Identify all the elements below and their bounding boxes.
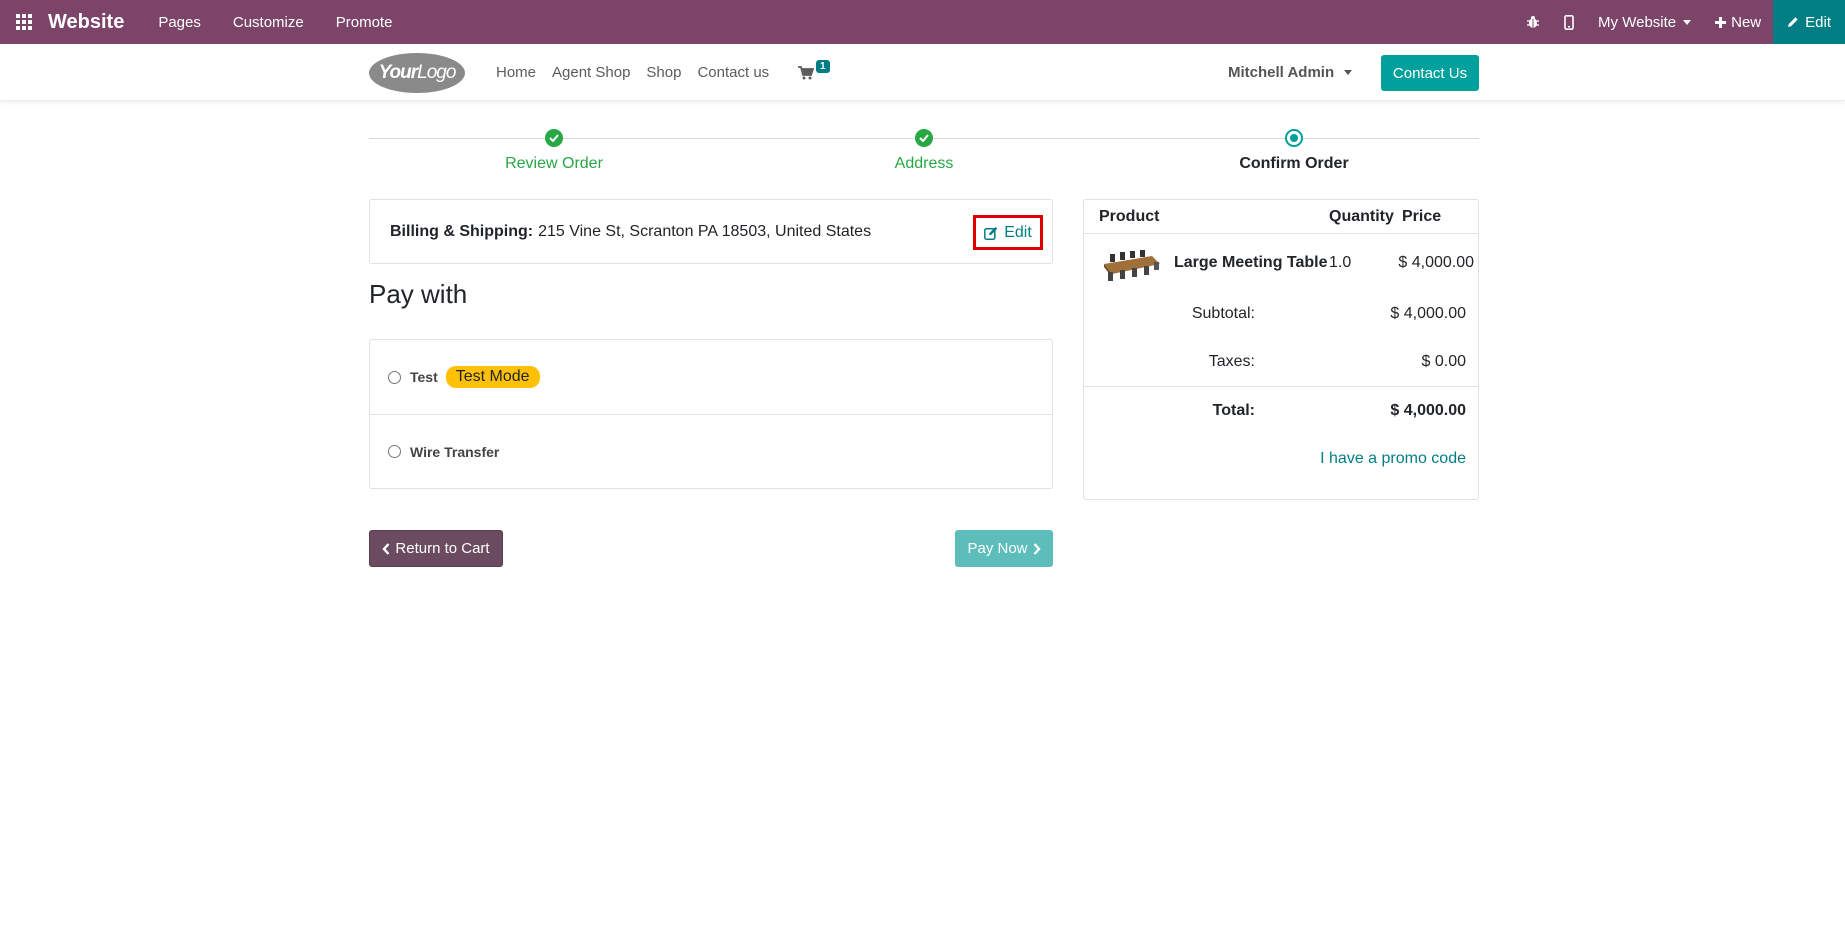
nav-agent-shop[interactable]: Agent Shop [552, 64, 630, 81]
site-logo[interactable]: Your Logo [369, 53, 465, 93]
step-confirm-order: Confirm Order [1194, 126, 1394, 173]
column-product: Product [1099, 208, 1160, 225]
checkout-progress: Review Order Address Confirm Order [369, 126, 1479, 176]
column-price: Price [1402, 208, 1442, 225]
order-summary: Product Quantity Price Large Meeting Tab… [1083, 199, 1479, 500]
summary-header: Product Quantity Price [1084, 200, 1478, 234]
current-step-icon [1285, 129, 1303, 147]
billing-shipping-card: Billing & Shipping: 215 Vine St, Scranto… [369, 199, 1053, 264]
check-circle-icon [915, 129, 933, 147]
admin-brand[interactable]: Website [48, 11, 124, 34]
nav-shop[interactable]: Shop [646, 64, 681, 81]
check-circle-icon [545, 129, 563, 147]
mobile-preview-button[interactable] [1564, 14, 1574, 30]
test-mode-badge: Test Mode [445, 366, 540, 388]
total-label: Total: [1212, 402, 1255, 419]
billing-address: 215 Vine St, Scranton PA 18503, United S… [538, 222, 872, 240]
bug-icon [1527, 16, 1540, 28]
caret-down-icon [1344, 70, 1353, 75]
step-address[interactable]: Address [824, 126, 1024, 173]
nav-contact-us[interactable]: Contact us [697, 64, 769, 81]
chevron-right-icon [1033, 542, 1041, 555]
step-review-order[interactable]: Review Order [454, 126, 654, 173]
menu-promote[interactable]: Promote [336, 14, 393, 31]
product-price: $ 4,000.00 [1398, 254, 1474, 271]
edit-icon [984, 226, 998, 240]
taxes-value: $ 0.00 [1421, 353, 1466, 370]
payment-option-label: Test [410, 369, 438, 385]
menu-pages[interactable]: Pages [158, 14, 201, 31]
shopping-cart-icon [798, 66, 814, 80]
total-value: $ 4,000.00 [1390, 402, 1466, 419]
user-name: Mitchell Admin [1228, 64, 1335, 81]
logo-text-2: Logo [417, 62, 456, 83]
main-nav: Home Agent Shop Shop Contact us [488, 44, 777, 101]
subtotal-label: Subtotal: [1191, 305, 1255, 322]
cart-button[interactable]: 1 [798, 60, 830, 80]
pay-with-heading: Pay with [369, 279, 468, 309]
apps-menu-button[interactable] [0, 0, 48, 44]
promo-code-link[interactable]: I have a promo code [1320, 450, 1466, 468]
logo-text-1: Your [378, 62, 419, 83]
payment-option-wire-transfer[interactable]: Wire Transfer [370, 414, 1052, 488]
cart-count-badge: 1 [816, 60, 830, 73]
website-selector-label: My Website [1598, 13, 1677, 31]
product-image[interactable] [1100, 248, 1162, 282]
step-label: Review Order [505, 155, 603, 172]
site-header: Your Logo Home Agent Shop Shop Contact us… [0, 44, 1845, 101]
mobile-icon [1564, 14, 1574, 30]
apps-grid-icon [16, 14, 32, 30]
chevron-left-icon [382, 542, 390, 555]
return-to-cart-label: Return to Cart [395, 540, 490, 557]
step-label: Address [894, 155, 954, 172]
new-button[interactable]: New [1715, 14, 1761, 31]
subtotal-value: $ 4,000.00 [1390, 305, 1466, 322]
payment-option-test[interactable]: Test Test Mode [370, 340, 1052, 414]
user-menu[interactable]: Mitchell Admin [1228, 44, 1353, 101]
radio-wire-transfer[interactable] [388, 445, 401, 458]
step-label: Confirm Order [1239, 155, 1349, 172]
website-selector[interactable]: My Website [1598, 13, 1692, 31]
radio-test[interactable] [388, 370, 401, 384]
pay-now-label: Pay Now [967, 540, 1028, 557]
menu-customize[interactable]: Customize [233, 14, 304, 31]
column-quantity: Quantity [1329, 208, 1394, 225]
new-label: New [1731, 13, 1762, 31]
summary-divider [1084, 386, 1478, 387]
caret-down-icon [1683, 19, 1692, 25]
nav-home[interactable]: Home [496, 64, 536, 81]
taxes-label: Taxes: [1208, 353, 1255, 370]
payment-option-label: Wire Transfer [410, 443, 500, 460]
edit-address-link[interactable]: Edit [973, 215, 1043, 250]
admin-bar: Website Pages Customize Promote My Websi… [0, 0, 1845, 44]
pencil-icon [1788, 17, 1798, 27]
debug-button[interactable] [1526, 15, 1540, 29]
edit-mode-label: Edit [1805, 13, 1831, 31]
billing-label: Billing & Shipping: [390, 222, 534, 240]
product-name[interactable]: Large Meeting Table [1174, 254, 1328, 272]
plus-icon [1715, 16, 1727, 28]
edit-label: Edit [1004, 223, 1032, 241]
product-quantity: 1.0 [1329, 254, 1352, 271]
contact-us-button[interactable]: Contact Us [1381, 55, 1479, 91]
payment-options: Test Test Mode Wire Transfer [369, 339, 1053, 489]
pay-now-button[interactable]: Pay Now [955, 530, 1053, 567]
return-to-cart-button[interactable]: Return to Cart [369, 530, 503, 567]
edit-mode-button[interactable]: Edit [1773, 0, 1845, 44]
